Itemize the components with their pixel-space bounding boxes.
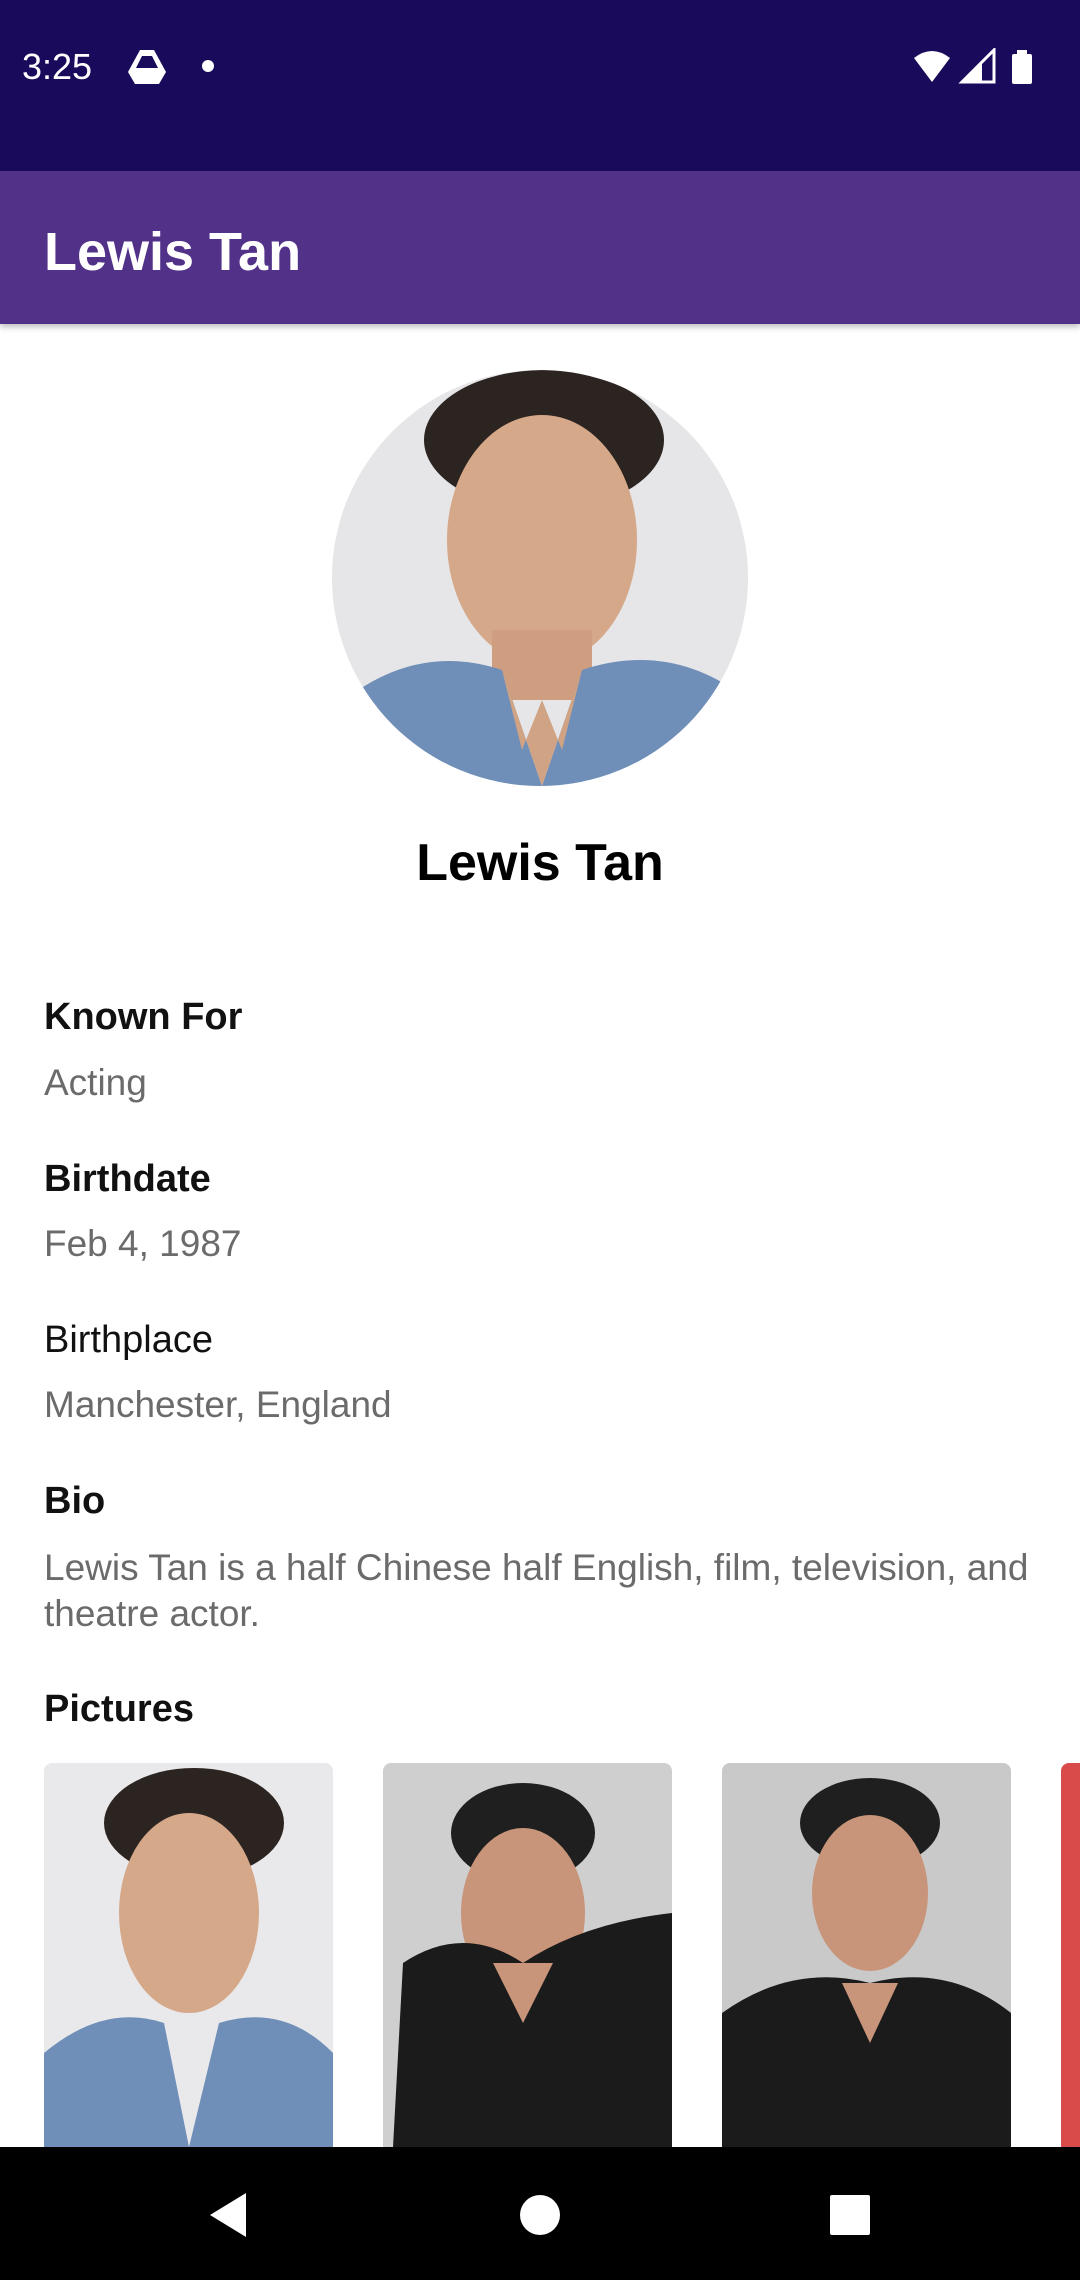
bio-label: Bio [44, 1480, 106, 1522]
known-for-label: Known For [44, 996, 243, 1038]
birthdate-value: Feb 4, 1987 [44, 1223, 242, 1264]
battery-icon [1012, 50, 1032, 84]
status-icons [914, 48, 1032, 84]
home-icon[interactable] [510, 2185, 570, 2245]
picture-thumbnail[interactable] [383, 1763, 672, 2147]
pictures-label: Pictures [44, 1688, 194, 1730]
picture-thumbnail[interactable] [44, 1763, 333, 2147]
app-bar-title: Lewis Tan [44, 222, 302, 282]
status-time: 3:25 [22, 46, 93, 87]
profile-avatar [332, 370, 748, 786]
birthdate-label: Birthdate [44, 1158, 211, 1200]
pictures-carousel[interactable] [0, 1763, 1080, 2147]
wifi-icon [914, 51, 950, 82]
status-bar: 3:25 [0, 0, 1080, 171]
recents-icon[interactable] [820, 2185, 880, 2245]
google-drive-icon [128, 50, 166, 84]
profile-name: Lewis Tan [416, 834, 664, 892]
bio-value: Lewis Tan is a half Chinese half English… [44, 1547, 1029, 1634]
picture-thumbnail[interactable] [1061, 1763, 1080, 2147]
app-bar: Lewis Tan [0, 171, 1080, 324]
navigation-bar [0, 2147, 1080, 2280]
birthplace-value: Manchester, England [44, 1384, 392, 1425]
cell-signal-icon [958, 48, 996, 84]
picture-thumbnail[interactable] [722, 1763, 1011, 2147]
back-icon[interactable] [198, 2185, 258, 2245]
avatar-portrait-image [332, 370, 748, 786]
birthplace-label: Birthplace [44, 1319, 213, 1361]
known-for-value: Acting [44, 1062, 147, 1103]
notification-dot-icon [202, 60, 214, 72]
